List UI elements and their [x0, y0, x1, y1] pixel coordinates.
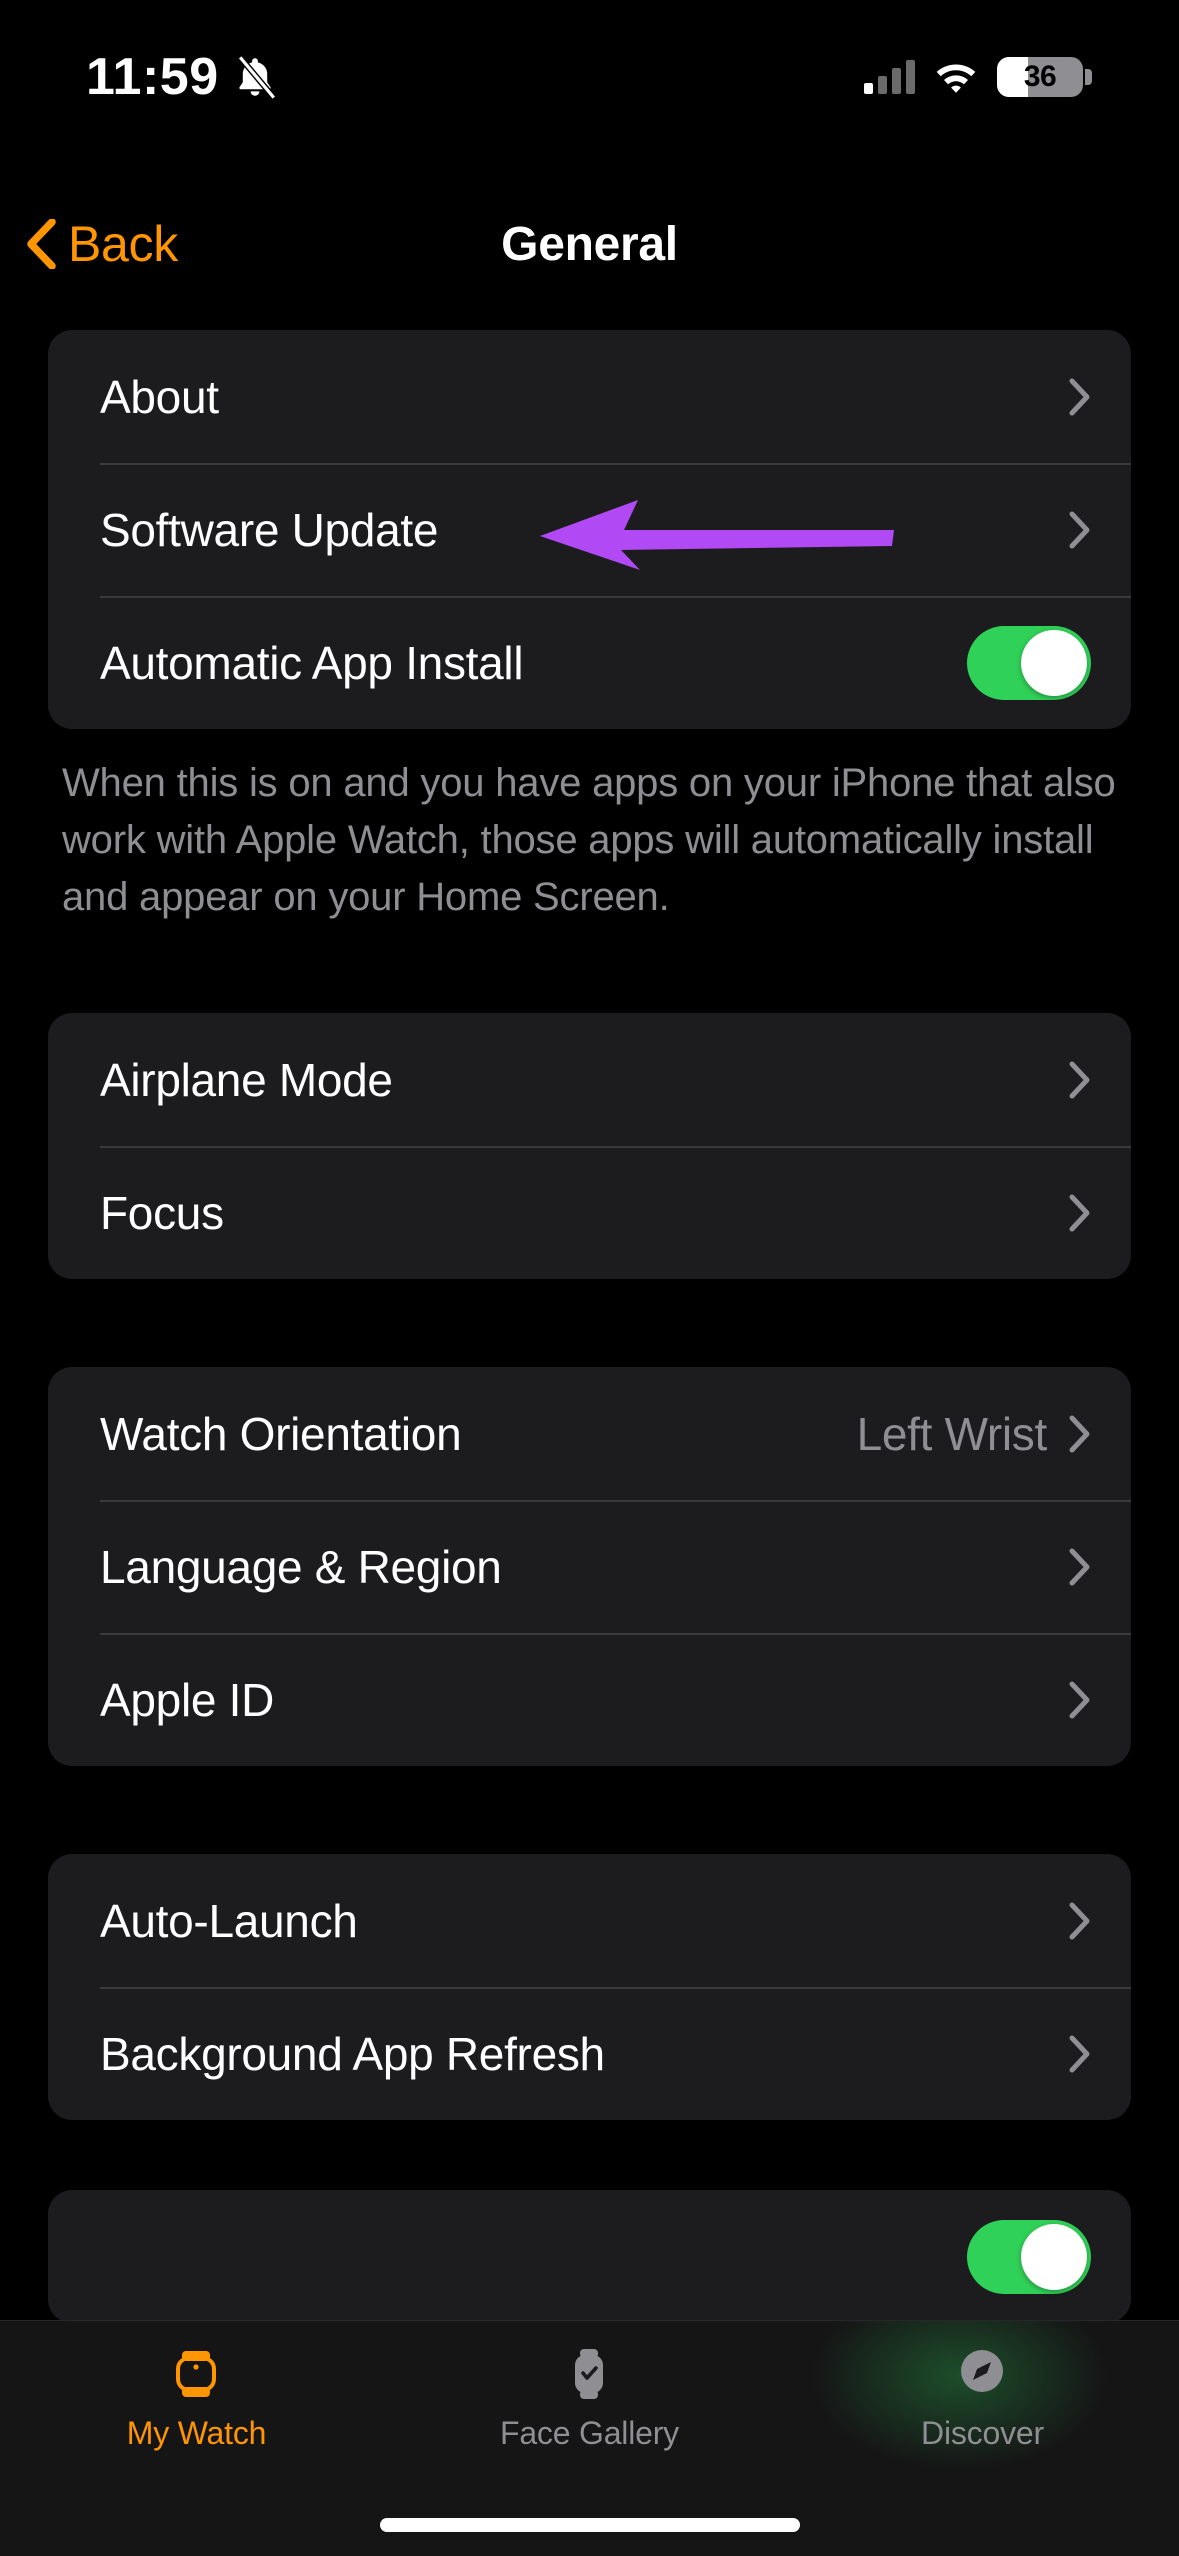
row-background-app-refresh[interactable]: Background App Refresh — [48, 1987, 1131, 2120]
row-automatic-app-install[interactable]: Automatic App Install — [48, 596, 1131, 729]
cellular-signal-icon — [864, 59, 915, 94]
row-label: Airplane Mode — [100, 1053, 393, 1106]
row-value: Left Wrist — [856, 1407, 1048, 1460]
row-about[interactable]: About — [48, 330, 1131, 463]
row-apple-id[interactable]: Apple ID — [48, 1633, 1131, 1766]
row-label: Watch Orientation — [100, 1407, 462, 1460]
settings-group-device: Watch Orientation Left Wrist Language & … — [48, 1367, 1131, 1767]
toggle-knob — [1021, 2223, 1087, 2290]
tab-face-gallery[interactable]: Face Gallery — [393, 2343, 786, 2452]
row-language-region[interactable]: Language & Region — [48, 1500, 1131, 1633]
chevron-right-icon — [1069, 378, 1091, 416]
battery-indicator: 36 — [997, 56, 1092, 97]
chevron-right-icon — [1069, 1415, 1091, 1453]
chevron-right-icon — [1069, 1681, 1091, 1719]
home-indicator — [379, 2518, 800, 2532]
bell-slash-icon — [233, 54, 277, 100]
page-title: General — [501, 217, 678, 271]
compass-icon — [951, 2343, 1013, 2405]
row-watch-orientation[interactable]: Watch Orientation Left Wrist — [48, 1367, 1131, 1500]
row-label: Focus — [100, 1186, 224, 1239]
automatic-app-install-toggle[interactable] — [967, 625, 1091, 700]
row-label: Apple ID — [100, 1673, 275, 1726]
status-bar-clock: 11:59 — [86, 47, 219, 106]
status-bar: 11:59 36 — [0, 0, 1179, 135]
battery-percent-label: 36 — [1023, 59, 1057, 93]
tab-bar: My Watch Face Gallery Discover — [0, 2320, 1179, 2556]
toggle-knob — [1021, 629, 1087, 696]
settings-group-apps: Auto-Launch Background App Refresh — [48, 1854, 1131, 2121]
row-label: About — [100, 370, 219, 423]
phone-screen: 11:59 36 Back General About Software Upd… — [0, 0, 1179, 2556]
wifi-icon — [933, 60, 979, 94]
settings-group-partial — [48, 2190, 1131, 2324]
tab-discover[interactable]: Discover — [786, 2343, 1179, 2452]
automatic-app-install-footnote: When this is on and you have apps on you… — [62, 761, 1116, 919]
row-label: Auto-Launch — [100, 1894, 358, 1947]
tab-label: Face Gallery — [499, 2415, 679, 2451]
chevron-right-icon — [1069, 1548, 1091, 1586]
chevron-right-icon — [1069, 1061, 1091, 1099]
watch-face-icon — [558, 2343, 620, 2405]
settings-group-general: About Software Update Automatic App Inst… — [48, 330, 1131, 729]
tab-label: My Watch — [126, 2415, 267, 2451]
row-airplane-mode[interactable]: Airplane Mode — [48, 1013, 1131, 1146]
tab-my-watch[interactable]: My Watch — [0, 2343, 393, 2452]
row-software-update[interactable]: Software Update — [48, 463, 1131, 596]
row-label: Software Update — [100, 503, 439, 556]
partial-toggle[interactable] — [967, 2219, 1091, 2294]
settings-list: About Software Update Automatic App Inst… — [0, 330, 1179, 2324]
chevron-right-icon — [1069, 1902, 1091, 1940]
row-partial-toggle[interactable] — [48, 2190, 1131, 2323]
watch-icon — [165, 2343, 227, 2405]
row-label: Language & Region — [100, 1540, 502, 1593]
row-focus[interactable]: Focus — [48, 1146, 1131, 1279]
row-label: Automatic App Install — [100, 636, 524, 689]
chevron-right-icon — [1069, 1194, 1091, 1232]
row-auto-launch[interactable]: Auto-Launch — [48, 1854, 1131, 1987]
row-label: Background App Refresh — [100, 2027, 605, 2080]
chevron-right-icon — [1069, 511, 1091, 549]
navigation-bar: Back General — [0, 196, 1179, 292]
status-bar-right: 36 — [864, 56, 1092, 97]
tab-label: Discover — [921, 2415, 1044, 2451]
battery-cap — [1085, 68, 1092, 85]
chevron-right-icon — [1069, 2035, 1091, 2073]
settings-group-connectivity: Airplane Mode Focus — [48, 1013, 1131, 1280]
status-bar-left: 11:59 — [86, 47, 277, 107]
